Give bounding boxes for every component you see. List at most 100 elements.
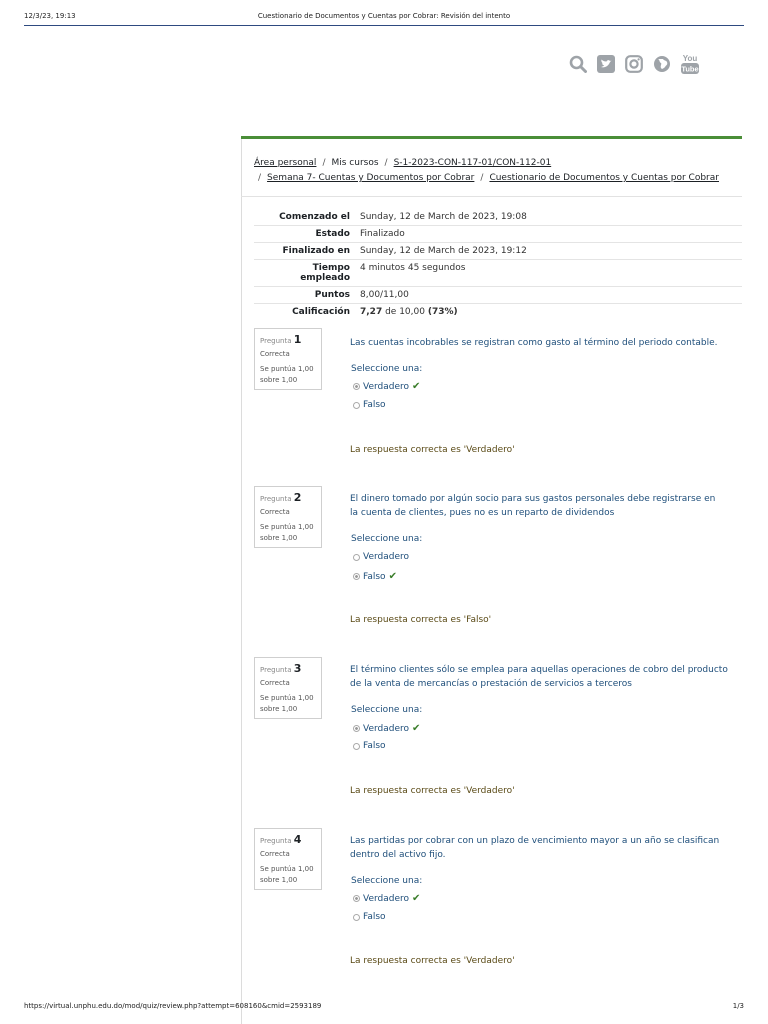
correct-check-icon: ✔ [412, 723, 421, 734]
question-number: 2 [293, 491, 302, 504]
summary-row-started: Comenzado el Sunday, 12 de March de 2023… [254, 209, 742, 226]
breadcrumb: Área personal / Mis cursos / S-1-2023-CON-11… [254, 158, 719, 183]
state-label: Estado [315, 229, 350, 239]
option-falso-2[interactable]: Falso ✔ [353, 571, 397, 582]
question-points-line-1: Se puntúa 1,00 [260, 694, 314, 702]
question-prefix: Pregunta [260, 837, 292, 845]
feedback-1: La respuesta correcta es 'Verdadero' [350, 445, 515, 455]
state-value: Finalizado [360, 229, 405, 239]
question-points-line-1: Se puntúa 1,00 [260, 365, 314, 373]
points-label: Puntos [314, 290, 350, 300]
option-label: Verdadero [363, 723, 410, 734]
select-one-label-1: Seleccione una: [351, 364, 423, 374]
option-falso-1[interactable]: Falso [353, 400, 386, 410]
started-label: Comenzado el [279, 212, 350, 222]
question-info-4: Pregunta 4 Correcta Se puntúa 1,00 sobre … [254, 828, 322, 890]
content-left-border [241, 137, 242, 1024]
select-one-label-2: Seleccione una: [351, 534, 423, 544]
breadcrumb-week[interactable]: Semana 7- Cuentas y Documentos por Cobra… [267, 173, 474, 183]
svg-text:You: You [683, 54, 698, 63]
breadcrumb-area-personal[interactable]: Área personal [254, 158, 316, 168]
youtube-icon[interactable]: You Tube [680, 54, 700, 74]
option-label: Verdadero [363, 381, 410, 392]
option-falso-3[interactable]: Falso [353, 741, 386, 751]
radio-unselected[interactable] [353, 913, 360, 921]
header-divider [24, 25, 744, 26]
question-number: 4 [293, 833, 302, 846]
option-label: Verdadero [363, 552, 410, 562]
radio-selected[interactable] [353, 895, 360, 902]
print-footer-page: 1/3 [732, 1002, 744, 1010]
radio-selected[interactable] [353, 383, 360, 390]
summary-row-points: Puntos 8,00/11,00 [254, 287, 742, 304]
question-prefix: Pregunta [260, 337, 292, 345]
question-points-line-2: sobre 1,00 [260, 876, 298, 884]
content-top-accent [241, 136, 742, 139]
points-value: 8,00/11,00 [360, 290, 409, 300]
radio-unselected[interactable] [353, 742, 360, 750]
question-prefix: Pregunta [260, 495, 292, 503]
question-info-3: Pregunta 3 Correcta Se puntúa 1,00 sobre … [254, 657, 322, 719]
select-one-label-3: Seleccione una: [351, 705, 423, 715]
option-falso-4[interactable]: Falso [353, 912, 386, 922]
radio-selected[interactable] [353, 725, 360, 732]
radio-selected[interactable] [353, 573, 360, 580]
feedback-2: La respuesta correcta es 'Falso' [350, 615, 492, 625]
option-label: Falso [363, 400, 386, 410]
option-verdadero-3[interactable]: Verdadero ✔ [353, 723, 420, 734]
question-points-line-2: sobre 1,00 [260, 534, 298, 542]
attempt-summary-table: Comenzado el Sunday, 12 de March de 2023… [254, 209, 742, 320]
option-label: Verdadero [363, 893, 410, 904]
question-text-3: El término clientes sólo se emplea para … [350, 665, 728, 689]
question-status: Correcta [260, 350, 290, 358]
correct-check-icon: ✔ [388, 571, 397, 582]
question-number: 3 [293, 662, 302, 675]
twitter-icon[interactable] [596, 54, 616, 74]
radio-unselected[interactable] [353, 553, 360, 561]
question-status: Correcta [260, 508, 290, 516]
summary-row-time: Tiempo empleado 4 minutos 45 segundos [254, 260, 742, 287]
question-status: Correcta [260, 679, 290, 687]
option-label: Falso [363, 912, 386, 922]
grade-score: 7,27 [360, 307, 383, 317]
finished-value: Sunday, 12 de March de 2023, 19:12 [360, 246, 527, 256]
svg-text:Tube: Tube [681, 65, 698, 74]
instagram-icon[interactable] [624, 54, 644, 74]
question-text-2: El dinero tomado por algún socio para su… [350, 494, 716, 518]
feedback-3: La respuesta correcta es 'Verdadero' [350, 786, 515, 796]
breadcrumb-mis-cursos: Mis cursos [331, 158, 379, 168]
correct-check-icon: ✔ [412, 893, 421, 904]
option-label: Falso [363, 571, 386, 582]
print-title: Cuestionario de Documentos y Cuentas por… [257, 12, 511, 20]
option-verdadero-4[interactable]: Verdadero ✔ [353, 893, 420, 904]
question-status: Correcta [260, 850, 290, 858]
search-icon[interactable] [568, 54, 588, 74]
globe-icon[interactable] [652, 54, 672, 74]
breadcrumb-course[interactable]: S-1-2023-CON-117-01/CON-112-01 [394, 158, 552, 168]
question-prefix: Pregunta [260, 666, 292, 674]
breadcrumb-quiz[interactable]: Cuestionario de Documentos y Cuentas por… [489, 173, 719, 183]
question-info-2: Pregunta 2 Correcta Se puntúa 1,00 sobre … [254, 486, 322, 548]
question-text-4: Las partidas por cobrar con un plazo de … [350, 836, 720, 860]
question-number: 1 [293, 333, 302, 346]
question-points-line-2: sobre 1,00 [260, 705, 298, 713]
time-label-line-1: Tiempo [312, 263, 350, 273]
time-label: Tiempo empleado [254, 260, 356, 287]
question-points-line-1: Se puntúa 1,00 [260, 865, 314, 873]
grade-percent: (73%) [427, 307, 458, 317]
grade-of: de 10,00 [382, 307, 428, 317]
select-one-label-4: Seleccione una: [351, 876, 423, 886]
breadcrumb-divider [241, 196, 742, 197]
grade-value: 7,27 de 10,00 (73%) [356, 304, 742, 321]
question-points-line-1: Se puntúa 1,00 [260, 523, 314, 531]
radio-unselected[interactable] [353, 401, 360, 409]
question-text-1: Las cuentas incobrables se registran com… [350, 338, 718, 348]
option-verdadero-1[interactable]: Verdadero ✔ [353, 381, 420, 392]
summary-row-grade: Calificación 7,27 de 10,00 (73%) [254, 304, 742, 321]
option-label: Falso [363, 741, 386, 751]
finished-label: Finalizado en [282, 246, 350, 256]
print-footer-url: https://virtual.unphu.edu.do/mod/quiz/re… [24, 1002, 322, 1010]
correct-check-icon: ✔ [412, 381, 421, 392]
option-verdadero-2[interactable]: Verdadero [353, 552, 409, 562]
summary-row-state: Estado Finalizado [254, 226, 742, 243]
